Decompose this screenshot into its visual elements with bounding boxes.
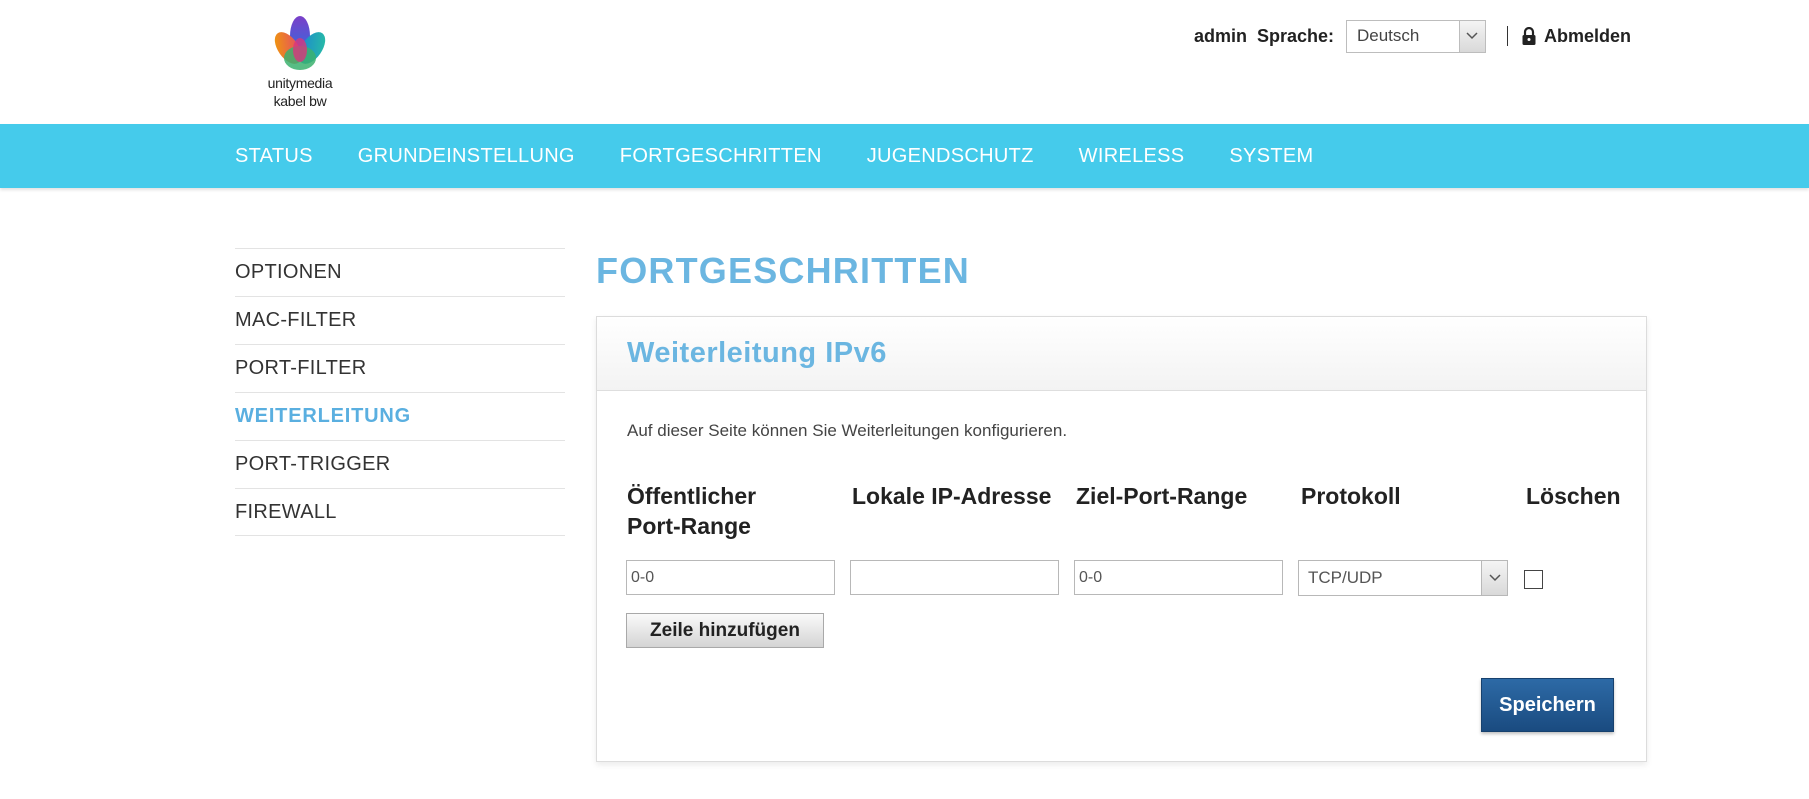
public-port-range-input[interactable] bbox=[626, 560, 835, 595]
local-ip-input[interactable] bbox=[850, 560, 1059, 595]
nav-item-jugendschutz[interactable]: JUGENDSCHUTZ bbox=[867, 145, 1034, 168]
sidebar-item-optionen[interactable]: OPTIONEN bbox=[235, 248, 565, 296]
forwarding-panel: Weiterleitung IPv6 Auf dieser Seite könn… bbox=[596, 316, 1647, 762]
panel-description: Auf dieser Seite können Sie Weiterleitun… bbox=[627, 421, 1068, 440]
column-header-delete: Löschen bbox=[1526, 483, 1621, 509]
unitymedia-logo[interactable]: unitymedia kabel bw bbox=[250, 14, 350, 114]
sidebar-item-weiterleitung[interactable]: WEITERLEITUNG bbox=[235, 392, 565, 440]
delete-row-checkbox[interactable] bbox=[1524, 570, 1543, 589]
logout-button[interactable]: Abmelden bbox=[1522, 26, 1631, 47]
sidebar: OPTIONEN MAC-FILTER PORT-FILTER WEITERLE… bbox=[235, 248, 565, 536]
protocol-select-value: TCP/UDP bbox=[1308, 568, 1383, 587]
header: unitymedia kabel bw admin Sprache: Deuts… bbox=[0, 0, 1809, 124]
panel-title: Weiterleitung IPv6 bbox=[627, 337, 887, 369]
logo-line-2: kabel bw bbox=[273, 93, 327, 109]
nav-item-system[interactable]: SYSTEM bbox=[1229, 145, 1313, 168]
divider bbox=[1506, 26, 1508, 46]
column-header-public-port: Öffentlicher Port-Range bbox=[627, 481, 756, 541]
page-title: FORTGESCHRITTEN bbox=[596, 250, 970, 291]
column-header-public-port-line1: Öffentlicher bbox=[627, 483, 757, 509]
add-row-button[interactable]: Zeile hinzufügen bbox=[626, 613, 824, 648]
chevron-down-icon bbox=[1481, 561, 1507, 595]
panel-header: Weiterleitung IPv6 bbox=[597, 317, 1646, 391]
logo-text: unitymedia kabel bw bbox=[250, 74, 350, 110]
sidebar-item-port-trigger[interactable]: PORT-TRIGGER bbox=[235, 440, 565, 488]
top-bar: admin Sprache: Deutsch Abmelden bbox=[1194, 18, 1631, 54]
username: admin bbox=[1193, 25, 1247, 46]
sidebar-item-firewall[interactable]: FIREWALL bbox=[235, 488, 565, 536]
language-label: Sprache: bbox=[1256, 25, 1334, 46]
protocol-select[interactable]: TCP/UDP bbox=[1298, 560, 1508, 596]
column-header-protocol: Protokoll bbox=[1301, 483, 1401, 509]
main-nav: STATUS GRUNDEINSTELLUNG FORTGESCHRITTEN … bbox=[0, 124, 1809, 188]
language-select-value: Deutsch bbox=[1356, 26, 1420, 45]
save-button[interactable]: Speichern bbox=[1481, 678, 1614, 732]
target-port-range-input[interactable] bbox=[1074, 560, 1283, 595]
sidebar-item-port-filter[interactable]: PORT-FILTER bbox=[235, 344, 565, 392]
column-header-public-port-line2: Port-Range bbox=[627, 513, 751, 539]
chevron-down-icon bbox=[1458, 20, 1485, 52]
nav-item-status[interactable]: STATUS bbox=[235, 145, 313, 168]
nav-item-fortgeschritten[interactable]: FORTGESCHRITTEN bbox=[620, 145, 822, 168]
sidebar-item-mac-filter[interactable]: MAC-FILTER bbox=[235, 296, 565, 344]
logo-line-1: unitymedia bbox=[267, 75, 333, 91]
nav-item-wireless[interactable]: WIRELESS bbox=[1079, 145, 1185, 168]
nav-item-grundeinstellung[interactable]: GRUNDEINSTELLUNG bbox=[358, 145, 575, 168]
column-header-target-port: Ziel-Port-Range bbox=[1076, 483, 1248, 509]
language-select[interactable]: Deutsch bbox=[1345, 19, 1486, 53]
flower-logo-icon bbox=[274, 16, 326, 70]
logout-label: Abmelden bbox=[1543, 25, 1631, 46]
lock-icon bbox=[1522, 27, 1536, 45]
column-header-local-ip: Lokale IP-Adresse bbox=[852, 483, 1052, 509]
